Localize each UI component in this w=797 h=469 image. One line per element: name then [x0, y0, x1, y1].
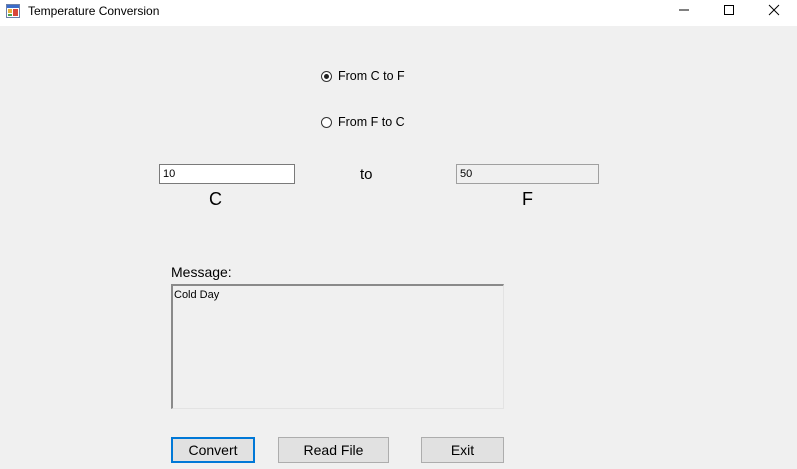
- radio-unselected-icon[interactable]: [321, 116, 332, 128]
- radio-f-to-c[interactable]: From F to C: [321, 115, 405, 129]
- output-temperature-field[interactable]: 50: [456, 164, 599, 184]
- close-icon: [768, 3, 780, 21]
- message-label: Message:: [171, 264, 232, 280]
- input-temperature-field[interactable]: 10: [159, 164, 295, 184]
- maximize-button[interactable]: [706, 0, 752, 24]
- exit-button[interactable]: Exit: [421, 437, 504, 463]
- app-window: Temperature Conversion From C to F From …: [0, 0, 797, 469]
- input-unit-label: C: [209, 189, 222, 209]
- title-bar: Temperature Conversion: [0, 0, 797, 26]
- radio-f-to-c-label: From F to C: [338, 115, 405, 129]
- radio-selected-icon[interactable]: [321, 70, 332, 82]
- to-label: to: [360, 166, 373, 183]
- maximize-icon: [723, 3, 735, 21]
- output-unit-label: F: [522, 189, 533, 209]
- window-title: Temperature Conversion: [28, 4, 160, 18]
- app-icon: [6, 4, 20, 18]
- minimize-icon: [678, 3, 690, 21]
- read-file-button[interactable]: Read File: [278, 437, 389, 463]
- convert-button[interactable]: Convert: [171, 437, 255, 463]
- minimize-button[interactable]: [661, 0, 707, 24]
- radio-c-to-f-label: From C to F: [338, 69, 405, 83]
- message-textarea[interactable]: Cold Day: [171, 284, 504, 409]
- close-button[interactable]: [751, 0, 797, 24]
- radio-c-to-f[interactable]: From C to F: [321, 69, 405, 83]
